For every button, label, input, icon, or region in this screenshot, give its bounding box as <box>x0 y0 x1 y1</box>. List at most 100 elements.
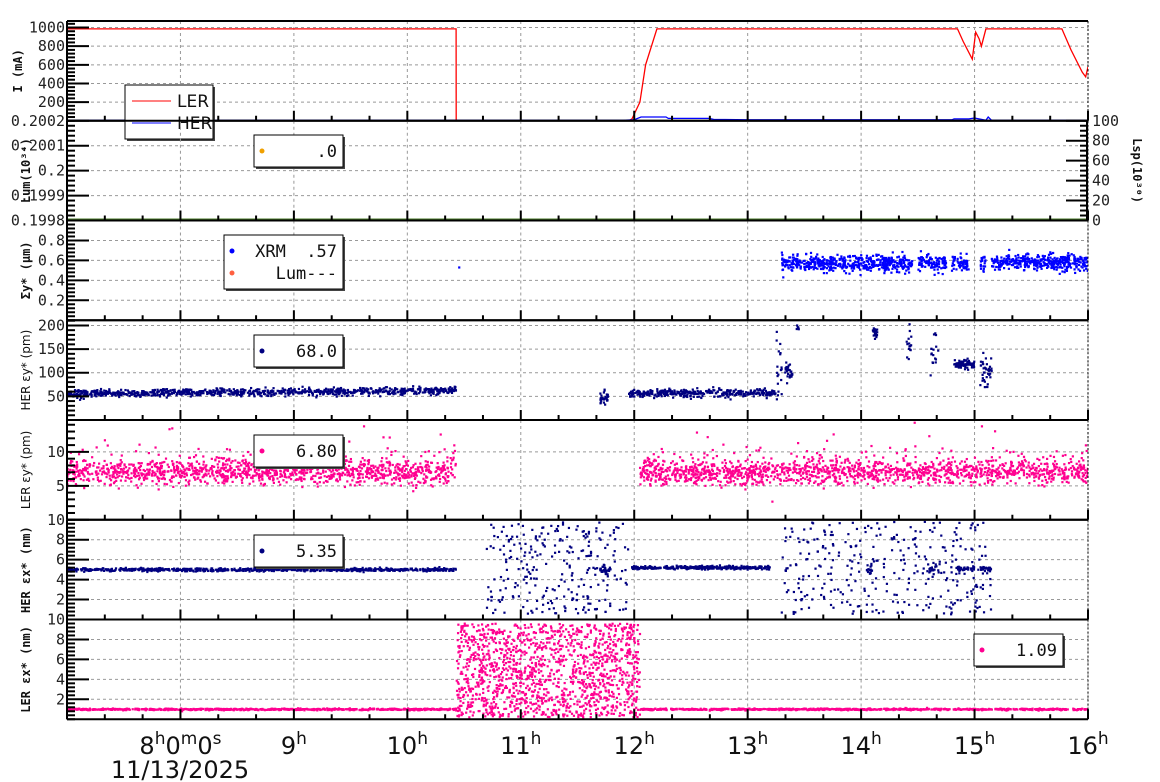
data-point <box>884 264 887 267</box>
data-point <box>162 392 166 395</box>
data-point <box>805 252 808 255</box>
data-point <box>410 389 413 392</box>
data-point <box>1043 485 1046 488</box>
data-point <box>281 387 284 390</box>
data-point <box>419 481 422 484</box>
data-point <box>975 476 978 479</box>
data-point <box>96 466 99 469</box>
data-point <box>1035 263 1039 266</box>
data-point <box>1005 255 1008 258</box>
data-point <box>792 253 795 256</box>
data-point <box>156 476 160 480</box>
data-point <box>1019 265 1022 268</box>
data-point <box>451 474 454 477</box>
data-point <box>726 394 729 397</box>
y-axis-label: I (mA) <box>11 49 25 92</box>
data-point <box>371 392 375 395</box>
data-point <box>147 452 150 455</box>
data-point <box>1028 469 1031 473</box>
data-point <box>420 455 423 458</box>
data-point <box>772 478 775 481</box>
data-point <box>702 472 705 476</box>
data-point <box>942 459 945 462</box>
data-point <box>842 484 845 487</box>
data-point <box>191 394 194 397</box>
data-point <box>351 394 354 397</box>
data-point <box>662 392 665 396</box>
data-point <box>983 255 986 258</box>
data-point <box>787 266 790 269</box>
data-point <box>272 390 275 393</box>
data-point <box>318 481 321 484</box>
data-point <box>835 457 838 460</box>
data-point <box>881 263 885 267</box>
legend-label: XRM .57 <box>255 242 337 262</box>
data-point <box>372 464 375 467</box>
data-point <box>849 255 852 259</box>
data-point <box>967 368 970 371</box>
multi-panel-chart: 2004006008001000I (mA)LERHER0.19980.1999… <box>11 19 1144 782</box>
data-point <box>431 389 435 392</box>
data-point <box>1033 479 1036 483</box>
data-point <box>241 477 244 480</box>
data-point <box>359 460 362 463</box>
data-point <box>114 471 117 474</box>
data-point <box>284 392 287 395</box>
data-point <box>252 389 256 392</box>
data-point <box>437 465 440 469</box>
data-point <box>883 272 886 275</box>
data-point <box>236 390 239 394</box>
data-point <box>386 447 389 450</box>
data-point <box>960 269 964 272</box>
data-point <box>997 266 1000 269</box>
data-point <box>458 266 461 269</box>
data-point <box>161 472 164 475</box>
data-point <box>803 262 806 266</box>
data-point <box>720 388 723 392</box>
data-point <box>983 265 987 268</box>
data-point <box>887 268 890 271</box>
data-point <box>195 460 198 463</box>
data-point <box>263 389 267 392</box>
data-point <box>272 477 275 480</box>
data-point <box>650 477 653 480</box>
data-point <box>148 463 152 466</box>
data-point <box>189 473 193 477</box>
data-point <box>959 472 963 475</box>
data-point <box>790 263 793 266</box>
data-point <box>776 371 779 374</box>
data-point <box>755 449 758 452</box>
data-point <box>805 472 808 476</box>
data-point <box>905 269 908 272</box>
data-point <box>442 461 445 464</box>
data-point <box>687 390 690 393</box>
data-point <box>785 361 788 364</box>
data-point <box>984 357 988 360</box>
data-point <box>245 464 248 468</box>
data-point <box>403 392 406 395</box>
data-point <box>90 393 93 397</box>
data-point <box>257 469 260 472</box>
data-point <box>104 472 107 475</box>
data-point <box>804 266 808 269</box>
data-point <box>887 256 890 259</box>
data-point <box>838 477 842 480</box>
data-point <box>804 268 807 272</box>
data-point <box>359 480 362 483</box>
data-point <box>1082 269 1086 272</box>
data-point <box>886 260 889 263</box>
data-point <box>188 456 191 459</box>
data-point <box>150 394 153 397</box>
data-point <box>171 475 174 478</box>
data-point <box>96 476 99 479</box>
data-point <box>100 392 103 395</box>
data-point <box>874 264 877 267</box>
data-point <box>410 481 413 484</box>
data-point <box>982 371 985 374</box>
data-point <box>793 463 796 466</box>
data-point <box>791 259 794 262</box>
data-point <box>140 462 143 465</box>
data-point <box>812 458 815 461</box>
data-point <box>374 474 377 477</box>
data-point <box>412 464 415 467</box>
